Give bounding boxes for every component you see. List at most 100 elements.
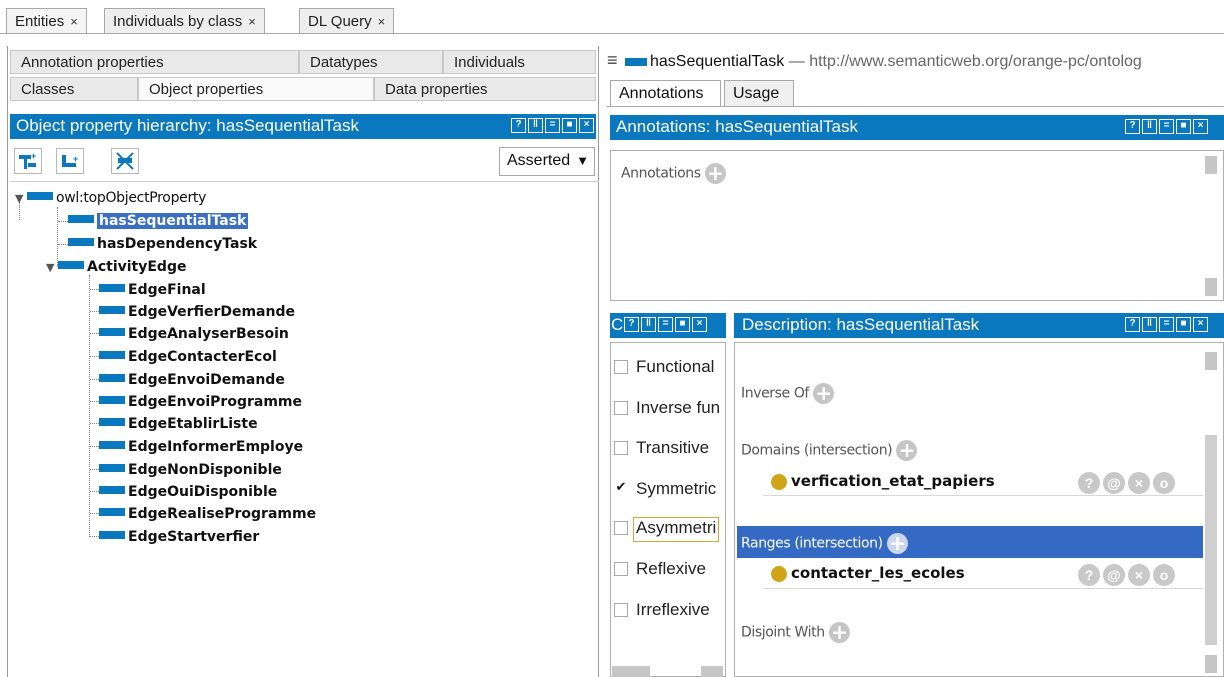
tree-node-child[interactable]: EdgeEnvoiDemande: [90, 370, 285, 390]
explain-icon[interactable]: ?: [1078, 564, 1100, 586]
property-icon: [99, 306, 125, 314]
tree-node-child[interactable]: EdgeAnalyserBesoin: [90, 324, 289, 344]
characteristic-label: Functional: [636, 357, 715, 376]
tree-node-child[interactable]: EdgeEtablirListe: [90, 414, 258, 434]
scrollbar[interactable]: [1205, 156, 1217, 174]
tree-node-label: EdgeEnvoiDemande: [128, 372, 285, 388]
delete-property-button[interactable]: [111, 148, 139, 174]
close-icon[interactable]: ×: [378, 14, 386, 29]
add-domain-button[interactable]: +: [896, 440, 918, 461]
checkbox-transitive[interactable]: [614, 441, 628, 455]
explain-icon[interactable]: ?: [1078, 472, 1100, 494]
close-icon[interactable]: ×: [1193, 317, 1208, 332]
maximize-icon[interactable]: ■: [1176, 119, 1191, 134]
divider: [7, 46, 8, 677]
add-sub-icon: +: [19, 151, 36, 169]
help-icon[interactable]: ?: [1125, 317, 1140, 332]
add-inverse-button[interactable]: +: [813, 383, 835, 404]
split-icon[interactable]: ‖: [1142, 317, 1157, 332]
window-controls: ? ‖ = ■ ×: [1125, 119, 1208, 134]
tree-node-label: EdgeAnalyserBesoin: [128, 326, 289, 342]
hierarchy-mode-select[interactable]: Asserted ▼: [499, 147, 595, 176]
tree-node-child[interactable]: EdgeVerfierDemande: [90, 302, 295, 322]
split-icon[interactable]: ‖: [1142, 119, 1157, 134]
add-range-button[interactable]: +: [886, 533, 908, 554]
delete-icon[interactable]: ×: [1128, 472, 1150, 494]
tree-node-child[interactable]: EdgeStartverfier: [90, 527, 259, 547]
tree-node-ActivityEdge[interactable]: ▼ ActivityEdge: [46, 257, 186, 277]
close-icon[interactable]: ×: [1193, 119, 1208, 134]
split-icon[interactable]: ‖: [528, 118, 543, 133]
tab-usage[interactable]: Usage: [724, 80, 794, 107]
close-icon[interactable]: ×: [579, 118, 594, 133]
tab-object-properties[interactable]: Object properties: [138, 77, 374, 101]
tree-node-hasSequentialTask[interactable]: hasSequentialTask: [58, 211, 249, 231]
tree-node-child[interactable]: EdgeFinal: [90, 280, 206, 300]
tree-node-label: EdgeEnvoiProgramme: [128, 394, 303, 410]
edit-icon[interactable]: o: [1153, 564, 1175, 586]
help-icon[interactable]: ?: [511, 118, 526, 133]
minimize-icon[interactable]: =: [1159, 119, 1174, 134]
maximize-icon[interactable]: ■: [562, 118, 577, 133]
domain-entry[interactable]: verfication_etat_papiers: [771, 472, 995, 490]
annotate-icon[interactable]: @: [1103, 472, 1125, 494]
tab-annotations[interactable]: Annotations: [610, 80, 721, 107]
add-annotation-button[interactable]: +: [704, 163, 726, 184]
annotate-icon[interactable]: @: [1103, 564, 1125, 586]
tab-classes[interactable]: Classes: [10, 77, 138, 101]
range-entry[interactable]: contacter_les_ecoles: [771, 564, 965, 582]
tree-node-label: EdgeContacterEcol: [128, 349, 277, 365]
tab-annotation-properties[interactable]: Annotation properties: [10, 50, 299, 74]
close-icon[interactable]: ×: [70, 14, 78, 29]
tab-individuals[interactable]: Individuals: [443, 50, 596, 74]
menu-icon[interactable]: ≡: [607, 50, 618, 70]
tree-node-hasDependencyTask[interactable]: hasDependencyTask: [58, 234, 257, 254]
divider: [0, 33, 1224, 34]
checkbox-symmetric[interactable]: ✔: [614, 480, 628, 495]
tab-data-properties[interactable]: Data properties: [374, 77, 596, 101]
scrollbar[interactable]: [1205, 655, 1217, 673]
minimize-icon[interactable]: =: [545, 118, 560, 133]
delete-icon[interactable]: ×: [1128, 564, 1150, 586]
add-sibling-button[interactable]: +: [56, 148, 84, 174]
collapse-icon[interactable]: ▼: [15, 192, 27, 205]
maximize-icon[interactable]: ■: [1176, 317, 1191, 332]
tree-node-label: EdgeOuiDisponible: [128, 484, 278, 500]
maximize-icon[interactable]: ■: [675, 317, 690, 332]
tab-datatypes[interactable]: Datatypes: [299, 50, 443, 74]
delete-icon: [116, 152, 134, 170]
edit-icon[interactable]: o: [1153, 472, 1175, 494]
tree-node-label: ActivityEdge: [87, 259, 187, 275]
scrollbar[interactable]: [701, 666, 723, 677]
close-icon[interactable]: ×: [692, 317, 707, 332]
tab-entities[interactable]: Entities ×: [6, 8, 87, 34]
scrollbar[interactable]: [1205, 278, 1217, 296]
minimize-icon[interactable]: =: [1159, 317, 1174, 332]
checkbox-irreflexive[interactable]: [614, 603, 628, 617]
tree-node-child[interactable]: EdgeEnvoiProgramme: [90, 392, 302, 412]
add-subproperty-button[interactable]: +: [14, 148, 42, 174]
checkbox-functional[interactable]: [614, 360, 628, 374]
tree-node-child[interactable]: EdgeInformerEmploye: [90, 437, 303, 457]
close-icon[interactable]: ×: [248, 14, 256, 29]
minimize-icon[interactable]: =: [658, 317, 673, 332]
tree-node-root[interactable]: ▼ owl:topObjectProperty: [15, 188, 206, 208]
help-icon[interactable]: ?: [624, 317, 639, 332]
collapse-icon[interactable]: ▼: [46, 261, 58, 274]
tree-node-child[interactable]: EdgeRealiseProgramme: [90, 504, 316, 524]
scrollbar[interactable]: [612, 666, 650, 677]
scrollbar-thumb[interactable]: [1205, 435, 1217, 645]
help-icon[interactable]: ?: [1125, 119, 1140, 134]
tree-node-child[interactable]: EdgeOuiDisponible: [90, 482, 277, 502]
split-icon[interactable]: ‖: [641, 317, 656, 332]
checkbox-asymmetric[interactable]: [614, 521, 628, 535]
characteristic-label: Transitive: [636, 438, 710, 457]
tab-dl-query[interactable]: DL Query ×: [299, 8, 395, 34]
checkbox-inverse-functional[interactable]: [614, 401, 628, 415]
tree-node-child[interactable]: EdgeContacterEcol: [90, 347, 277, 367]
add-disjoint-button[interactable]: +: [828, 622, 850, 643]
scrollbar[interactable]: [1205, 352, 1217, 370]
tree-node-child[interactable]: EdgeNonDisponible: [90, 460, 282, 480]
checkbox-reflexive[interactable]: [614, 562, 628, 576]
tab-individuals-by-class[interactable]: Individuals by class ×: [104, 8, 265, 34]
